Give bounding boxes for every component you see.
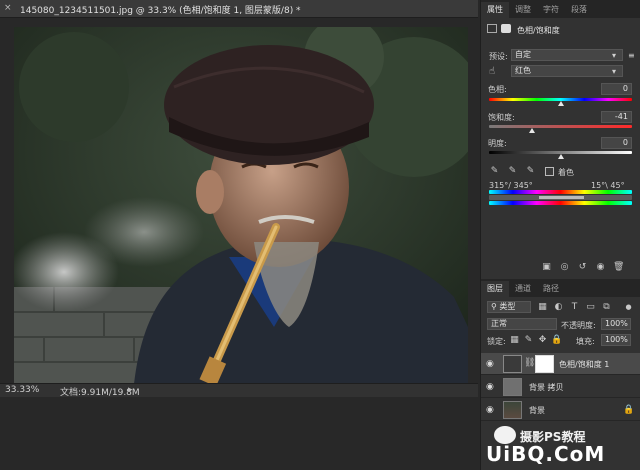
layer-name[interactable]: 色相/饱和度 1 [559,359,609,370]
trash-icon[interactable]: 🗑 [613,262,624,273]
properties-tabs: 属性 调整 字符 段落 [481,0,640,18]
color-range-bar-bottom [489,201,632,205]
properties-header: 色相/饱和度 [481,22,640,38]
hue-value[interactable]: 0 [601,83,632,95]
hand-tool-icon[interactable]: ☝ [489,66,495,77]
filter-shape-icon[interactable]: ▭ [585,302,596,313]
lock-transparent-icon[interactable]: ▦ [509,335,520,346]
layer-filter-row: ⚲ 类型 ▦ ◐ T ▭ ⧉ ● [481,300,640,316]
tab-properties[interactable]: 属性 [481,2,509,18]
status-bar: 33.33% 文档:9.91M/19.8M ▸ [0,383,478,398]
lightness-value[interactable]: 0 [601,137,632,149]
reset-icon[interactable]: ↺ [577,262,588,273]
link-icon[interactable]: ⛓ [524,358,535,369]
tab-paths[interactable]: 路径 [537,281,565,297]
document-tab[interactable]: × 145080_1234511501.jpg @ 33.3% (色相/饱和度 … [0,0,478,18]
adjustment-thumbnail [503,355,522,373]
properties-title: 色相/饱和度 [517,26,560,35]
photo-canvas[interactable] [14,27,468,384]
filter-adjustment-icon[interactable]: ◐ [553,302,564,313]
layer-name[interactable]: 背景 拷贝 [529,382,564,393]
layer-thumbnail [503,378,522,396]
filter-toggle-icon[interactable]: ● [623,302,634,313]
eyedropper-icon[interactable]: ✎ [489,166,500,177]
saturation-label: 饱和度: [488,113,515,122]
eye-icon[interactable]: ◉ [486,359,496,369]
right-panel: 属性 调整 字符 段落 色相/饱和度 预设: 自定 ▾ ≡ ☝ 红色 ▾ 色相:… [480,0,640,470]
range-right-value: 15°\ 45° [591,181,625,190]
hue-label: 色相: [488,85,507,94]
preset-row: 预设: 自定 ▾ ≡ [481,48,640,64]
lock-label: 锁定: [487,337,506,346]
preset-select[interactable]: 自定 [511,49,623,61]
eyedropper-subtract-icon[interactable]: ✎ [525,166,536,177]
tab-channels[interactable]: 通道 [509,281,537,297]
chevron-down-icon[interactable]: ▾ [612,51,616,60]
hue-slider-thumb[interactable] [557,101,564,106]
status-menu-icon[interactable]: ▸ [128,385,133,395]
eye-icon[interactable]: ◉ [486,382,496,392]
lock-pixels-icon[interactable]: ✎ [523,335,534,346]
view-previous-icon[interactable]: ◎ [559,262,570,273]
properties-footer: ▣ ◎ ↺ ◉ 🗑 [481,260,640,276]
fill-value[interactable]: 100% [601,334,631,346]
mask-thumbnail[interactable] [535,355,554,373]
tab-paragraph[interactable]: 段落 [565,2,593,18]
colorize-label: 着色 [558,168,574,177]
lock-all-icon[interactable]: 🔒 [551,335,562,346]
layer-row[interactable]: ◉ 背景 拷贝 [481,376,640,398]
lightness-slider-thumb[interactable] [557,154,564,159]
layer-thumbnail [503,401,522,419]
chevron-down-icon[interactable]: ▾ [612,67,616,76]
layer-filter-select[interactable]: ⚲ 类型 [487,301,531,313]
range-selection[interactable] [539,196,584,199]
saturation-slider-thumb[interactable] [528,128,535,133]
range-left-value: 315°/ 345° [489,181,533,190]
channel-row: ☝ 红色 ▾ [481,64,640,80]
blend-row: 正常 不透明度: 100% [481,317,640,333]
filter-pixel-icon[interactable]: ▦ [537,302,548,313]
document-title[interactable]: 145080_1234511501.jpg @ 33.3% (色相/饱和度 1,… [20,3,301,16]
eyedropper-row: ✎ ✎ ✎ 着色 [481,164,640,180]
zoom-level[interactable]: 33.33% [5,385,39,395]
watermark-site: UiBQ.CoM [486,442,606,466]
filter-smart-object-icon[interactable]: ⧉ [601,302,612,313]
watermark: 摄影PS教程 UiBQ.CoM [486,426,636,468]
lock-row: 锁定: ▦ ✎ ✥ 🔒 填充: 100% [481,333,640,349]
preset-label: 预设: [489,52,508,61]
layer-name[interactable]: 背景 [529,405,545,416]
workspace-background [0,397,478,470]
opacity-value[interactable]: 100% [601,318,631,330]
adjustment-layer-icon [487,24,497,33]
tab-layers[interactable]: 图层 [481,281,509,297]
panel-menu-icon[interactable]: ≡ [628,51,635,60]
layer-row[interactable]: ◉ 背景 🔒 [481,399,640,421]
opacity-label: 不透明度: [561,321,596,330]
lightness-label: 明度: [488,139,507,148]
lock-position-icon[interactable]: ✥ [537,335,548,346]
eyedropper-add-icon[interactable]: ✎ [507,166,518,177]
filter-type-icon[interactable]: T [569,302,580,313]
saturation-value[interactable]: -41 [601,111,632,123]
search-icon: ⚲ [491,302,497,311]
clip-to-layer-icon[interactable]: ▣ [541,262,552,273]
photo-illustration [14,27,468,384]
color-range-slider[interactable] [489,195,632,200]
close-icon[interactable]: × [4,3,14,13]
lock-icon: 🔒 [623,405,635,415]
fill-label: 填充: [576,337,595,346]
channel-select[interactable]: 红色 [511,65,623,77]
saturation-slider[interactable] [489,125,632,128]
tab-character[interactable]: 字符 [537,2,565,18]
eye-icon[interactable]: ◉ [486,405,496,415]
layer-filter-label: 类型 [499,302,516,311]
layers-tabs: 图层 通道 路径 [481,279,640,297]
layer-row[interactable]: ◉ ⛓ 色相/饱和度 1 [481,353,640,375]
blend-mode-select[interactable]: 正常 [487,318,557,330]
mask-icon[interactable] [501,24,511,33]
colorize-checkbox[interactable] [545,167,554,176]
color-range-bar-top [489,190,632,194]
visibility-icon[interactable]: ◉ [595,262,606,273]
tab-adjustments[interactable]: 调整 [509,2,537,18]
